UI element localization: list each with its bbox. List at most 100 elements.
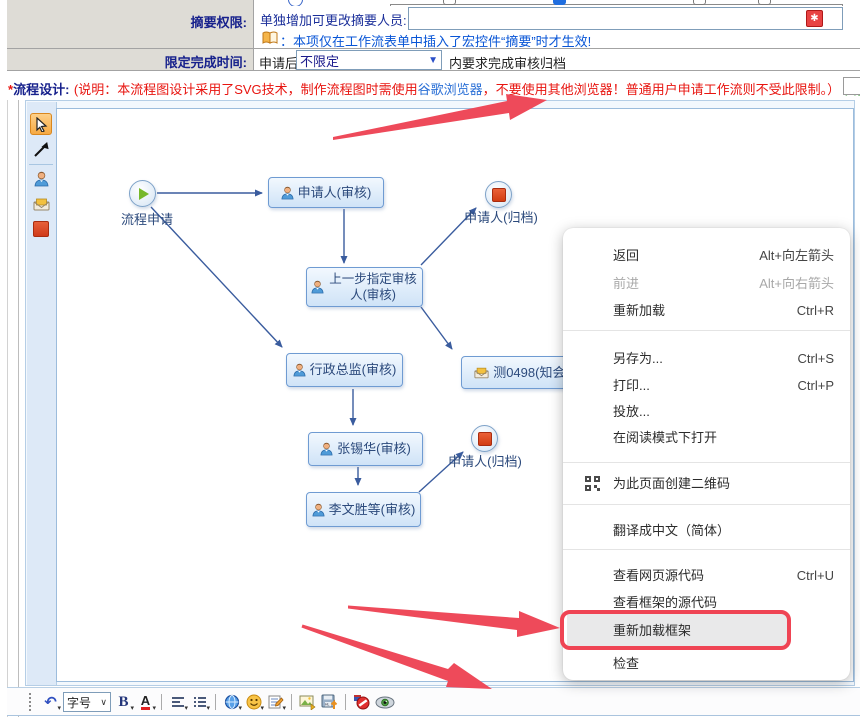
- clear-icon[interactable]: ✱: [806, 10, 823, 27]
- block-icon[interactable]: [352, 692, 371, 712]
- menu-item-save-as[interactable]: 另存为...Ctrl+S: [563, 345, 850, 372]
- edit-table-icon[interactable]: ▾: [266, 692, 285, 712]
- tool-palette: [27, 102, 57, 685]
- font-color-icon[interactable]: A▾: [136, 692, 155, 712]
- flow-node-label: 张锡华(审核): [337, 441, 411, 457]
- hyperlink-globe-icon[interactable]: ▾: [222, 692, 241, 712]
- checkbox-checked-partial[interactable]: [553, 0, 566, 5]
- person-icon: [34, 171, 49, 187]
- flow-node-archive-2-label: 申请人(归档): [441, 451, 529, 470]
- envelope-icon: [474, 367, 489, 379]
- flow-design-note-1: (说明：本流程图设计采用了SVG技术，制作流程图时需使用: [74, 82, 418, 97]
- time-limit-select[interactable]: 不限定 ▼: [296, 50, 442, 70]
- flow-node-prev-step-auditor[interactable]: 上一步指定审核人(审核): [306, 267, 423, 307]
- menu-item-view-frame-source[interactable]: 查看框架的源代码: [563, 589, 850, 616]
- svg-text:HL: HL: [325, 703, 329, 707]
- flow-node-zhangxihua[interactable]: 张锡华(审核): [308, 432, 423, 466]
- undo-icon[interactable]: ↶▾: [41, 692, 60, 712]
- person-icon: [312, 503, 325, 517]
- checkbox-partial[interactable]: [693, 0, 706, 5]
- summary-permission-label: 摘要权限:: [191, 15, 247, 30]
- menu-separator: [563, 462, 850, 463]
- menu-separator: [563, 330, 850, 331]
- person-icon: [320, 442, 333, 456]
- menu-item-print[interactable]: 打印...Ctrl+P: [563, 372, 850, 399]
- flow-design-label: 流程设计:: [13, 82, 69, 97]
- flow-node-label: 行政总监(审核): [310, 362, 397, 378]
- menu-separator: [563, 504, 850, 505]
- flow-node-start[interactable]: [129, 180, 156, 207]
- content-left-border: [18, 100, 19, 717]
- row-divider: [7, 70, 860, 71]
- red-square-icon: [33, 221, 49, 237]
- person-icon: [293, 363, 306, 377]
- time-limit-label: 限定完成时间:: [165, 55, 247, 70]
- toolbar-separator: [345, 694, 346, 710]
- menu-item-create-qr[interactable]: 为此页面创建二维码: [563, 470, 850, 497]
- checkbox-partial[interactable]: [443, 0, 456, 5]
- flow-node-liwensheng[interactable]: 李文胜等(审核): [306, 492, 421, 527]
- menu-item-view-source[interactable]: 查看网页源代码Ctrl+U: [563, 562, 850, 589]
- flow-node-archive-2[interactable]: [471, 425, 498, 452]
- summary-permission-label-cell: 摘要权限:: [7, 0, 254, 48]
- flow-node-label: 李文胜等(审核): [329, 502, 416, 518]
- menu-item-translate[interactable]: 翻译成中文（简体）: [563, 517, 850, 544]
- chevron-down-icon: ∨: [100, 697, 107, 708]
- menu-item-inspect[interactable]: 检查: [563, 650, 850, 677]
- page-left-border: [7, 100, 8, 717]
- checkbox-partial[interactable]: [758, 0, 771, 5]
- stop-icon: [492, 188, 506, 202]
- flow-node-label: 申请人(审核): [298, 185, 372, 201]
- flow-node-label: 上一步指定审核人(审核): [328, 271, 418, 303]
- bold-icon[interactable]: B▾: [114, 692, 133, 712]
- time-limit-label-cell: 限定完成时间:: [7, 49, 254, 70]
- person-node-tool[interactable]: [30, 168, 52, 190]
- resize-input[interactable]: [843, 77, 860, 95]
- flow-node-applicant-review[interactable]: 申请人(审核): [268, 177, 384, 208]
- summary-field-label: 单独增加可更改摘要人员:: [260, 10, 407, 29]
- flow-node-label: 测0498(知会): [493, 365, 570, 381]
- radio-partial[interactable]: [288, 0, 303, 6]
- diagonal-arrow-icon: [32, 141, 50, 159]
- menu-separator: [563, 549, 850, 550]
- play-icon: [139, 188, 149, 200]
- flow-node-start-label: 流程申请: [115, 209, 179, 228]
- menu-item-reload-frame[interactable]: 重新加载框架: [563, 617, 850, 644]
- chevron-down-icon: ▼: [428, 55, 438, 66]
- person-icon: [281, 186, 294, 200]
- menu-item-reload[interactable]: 重新加载Ctrl+R: [563, 297, 850, 324]
- connector-arrow-tool[interactable]: [30, 139, 52, 161]
- flow-design-note-2: ，不要使用其他浏览器！普通用户申请工作流则不受此限制。）: [483, 82, 841, 97]
- toolbar-separator: [161, 694, 162, 710]
- input-partial[interactable]: [390, 4, 843, 6]
- emoticon-icon[interactable]: ▾: [244, 692, 263, 712]
- ordered-list-icon[interactable]: ▾: [190, 692, 209, 712]
- palette-divider: [29, 164, 53, 165]
- browser-link-text: 谷歌浏览器: [418, 82, 483, 97]
- time-limit-select-value: 不限定: [300, 51, 339, 70]
- toolbar-separator: [215, 694, 216, 710]
- person-icon: [311, 280, 324, 294]
- menu-item-forward[interactable]: 前进Alt+向右箭头: [563, 270, 850, 297]
- summary-people-input[interactable]: ✱: [408, 7, 843, 30]
- end-node-tool[interactable]: [30, 218, 52, 240]
- notify-node-tool[interactable]: [30, 193, 52, 215]
- stop-icon: [478, 432, 492, 446]
- menu-item-cast[interactable]: 投放...: [563, 398, 850, 425]
- flow-node-admin-director[interactable]: 行政总监(审核): [286, 353, 403, 387]
- flow-node-archive-1[interactable]: [485, 181, 512, 208]
- font-size-select[interactable]: 字号 ∨: [63, 692, 111, 712]
- toolbar-drag-handle[interactable]: [29, 693, 35, 711]
- menu-item-reading-mode[interactable]: 在阅读模式下打开: [563, 424, 850, 451]
- editor-toolbar: ↶▾ 字号 ∨ B▾ A▾ ▾ ▾ ▾ ▾ ▾ HL: [7, 687, 860, 716]
- preview-eye-icon[interactable]: [374, 692, 396, 712]
- insert-image-icon[interactable]: [298, 692, 317, 712]
- menu-item-back[interactable]: 返回Alt+向左箭头: [563, 242, 850, 269]
- flow-design-header: *流程设计: (说明：本流程图设计采用了SVG技术，制作流程图时需使用谷歌浏览器…: [8, 79, 860, 99]
- envelope-icon: [33, 198, 50, 211]
- select-cursor-tool[interactable]: [30, 113, 52, 135]
- browser-context-menu: 返回Alt+向左箭头 前进Alt+向右箭头 重新加载Ctrl+R 另存为...C…: [563, 228, 850, 680]
- align-icon[interactable]: ▾: [168, 692, 187, 712]
- save-html-icon[interactable]: HL: [320, 692, 339, 712]
- toolbar-separator: [291, 694, 292, 710]
